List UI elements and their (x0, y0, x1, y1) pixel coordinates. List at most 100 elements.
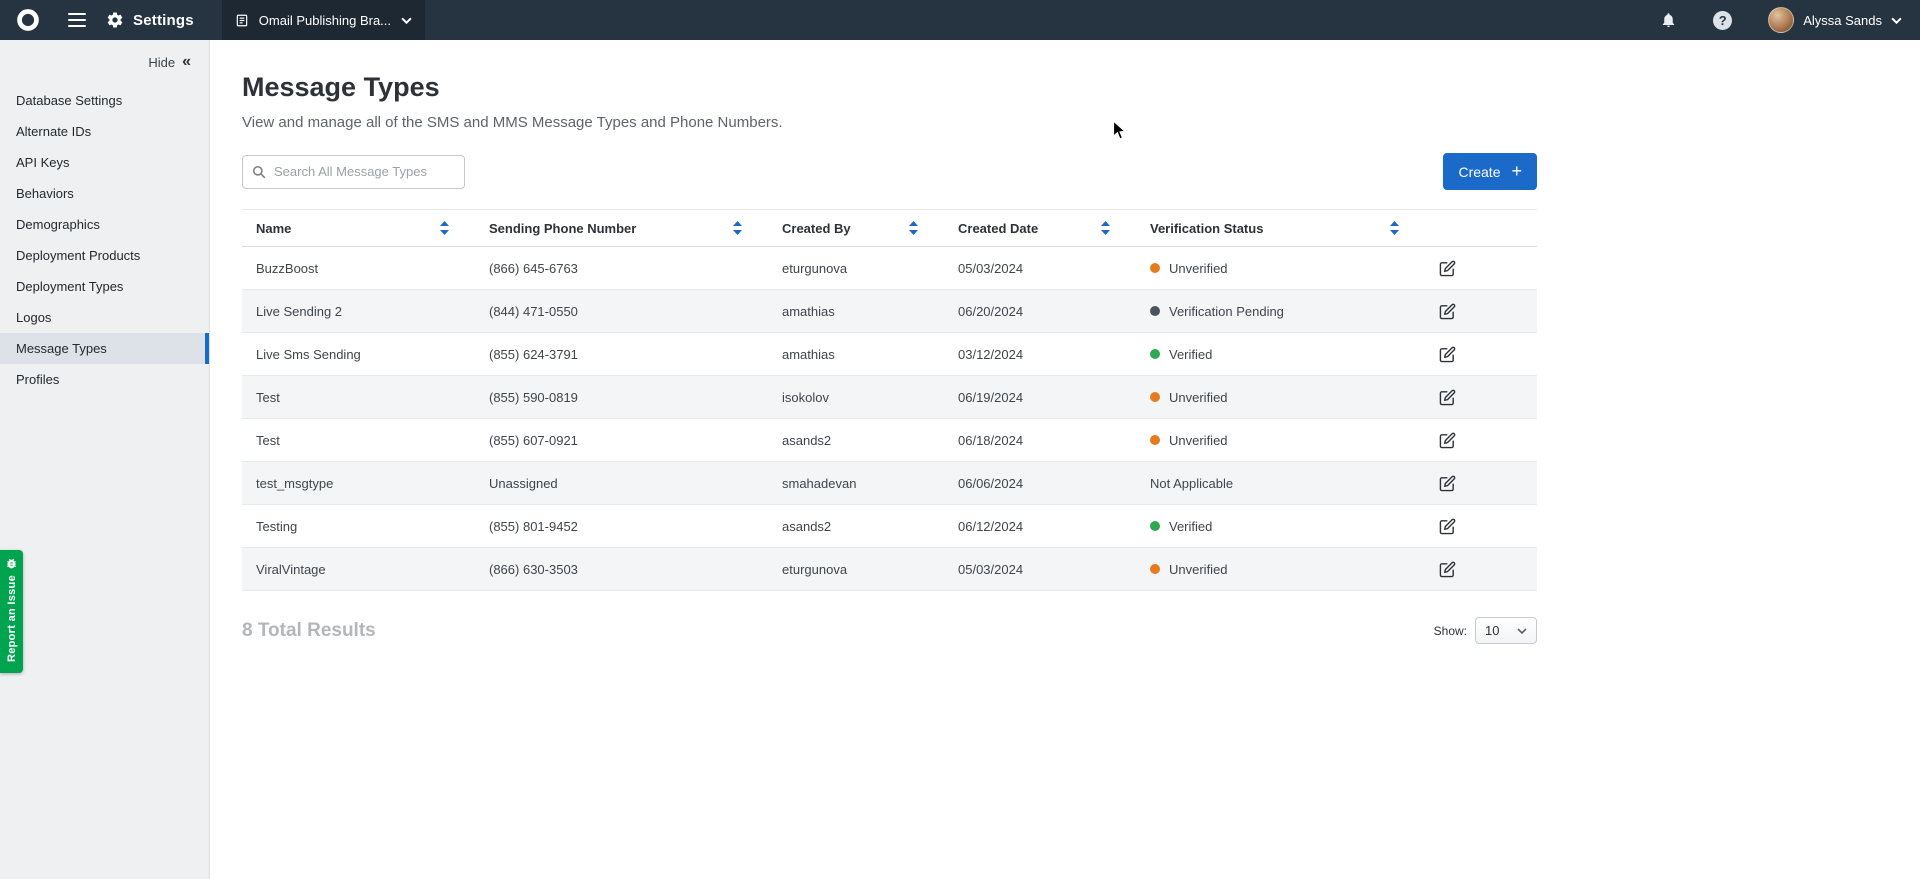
status-label: Unverified (1169, 562, 1228, 577)
status-dot (1150, 435, 1160, 445)
edit-icon (1439, 389, 1456, 406)
hide-sidebar-button[interactable]: Hide « (0, 40, 209, 85)
report-issue-label: Report an Issue (6, 575, 18, 662)
sort-icon (1101, 221, 1110, 235)
brand-label: Omail Publishing Bra... (259, 13, 391, 28)
sidebar-item-logos[interactable]: Logos (0, 302, 209, 333)
toolbar: Create + (242, 153, 1537, 190)
user-menu[interactable]: Alyssa Sands (1768, 7, 1902, 33)
create-button[interactable]: Create + (1443, 153, 1537, 190)
created-by-cell: amathias (768, 304, 944, 319)
edit-icon (1439, 432, 1456, 449)
search-input[interactable] (242, 155, 465, 189)
phone-cell: (855) 801-9452 (475, 519, 768, 534)
created-by-cell: eturgunova (768, 562, 944, 577)
page-subtitle: View and manage all of the SMS and MMS M… (242, 114, 1920, 131)
status-label: Not Applicable (1150, 476, 1233, 491)
created-date-cell: 06/20/2024 (944, 304, 1136, 319)
verification-status-cell: Verified (1136, 347, 1425, 362)
plus-icon: + (1511, 162, 1522, 180)
status-label: Unverified (1169, 390, 1228, 405)
sidebar-item-database-settings[interactable]: Database Settings (0, 85, 209, 116)
edit-button[interactable] (1437, 430, 1458, 451)
edit-button[interactable] (1437, 473, 1458, 494)
sidebar-item-demographics[interactable]: Demographics (0, 209, 209, 240)
table-row: Live Sending 2 (844) 471-0550 amathias 0… (242, 290, 1537, 333)
sidebar-item-label: Behaviors (16, 186, 74, 201)
brand-selector[interactable]: Omail Publishing Bra... (222, 0, 425, 40)
phone-cell: (844) 471-0550 (475, 304, 768, 319)
sidebar-item-label: Message Types (16, 341, 107, 356)
sidebar: Hide « Database Settings Alternate IDs A… (0, 40, 210, 879)
sidebar-item-message-types[interactable]: Message Types (0, 333, 209, 364)
collapse-icon: « (182, 54, 191, 70)
column-header-sending-phone-number[interactable]: Sending Phone Number (475, 210, 768, 246)
search-wrap (242, 155, 465, 189)
edit-icon (1439, 518, 1456, 535)
column-header-created-date[interactable]: Created Date (944, 210, 1136, 246)
actions-cell (1425, 430, 1537, 451)
app-logo[interactable] (0, 0, 56, 40)
created-by-cell: smahadevan (768, 476, 944, 491)
edit-button[interactable] (1437, 559, 1458, 580)
sidebar-item-profiles[interactable]: Profiles (0, 364, 209, 395)
sidebar-item-label: Deployment Products (16, 248, 140, 263)
edit-button[interactable] (1437, 344, 1458, 365)
sidebar-item-deployment-products[interactable]: Deployment Products (0, 240, 209, 271)
sidebar-item-label: Demographics (16, 217, 100, 232)
help-button[interactable]: ? (1713, 11, 1732, 30)
sidebar-item-api-keys[interactable]: API Keys (0, 147, 209, 178)
column-header-actions (1425, 210, 1537, 246)
column-header-verification-status[interactable]: Verification Status (1136, 210, 1425, 246)
edit-icon (1439, 303, 1456, 320)
results-count: 8 Total Results (242, 620, 376, 642)
edit-button[interactable] (1437, 516, 1458, 537)
edit-button[interactable] (1437, 301, 1458, 322)
message-types-table: Name Sending Phone Number Created By Cre… (242, 209, 1537, 591)
created-date-cell: 06/18/2024 (944, 433, 1136, 448)
created-by-cell: amathias (768, 347, 944, 362)
verification-status-cell: Not Applicable (1136, 476, 1425, 491)
settings-menu[interactable]: Settings (106, 11, 194, 29)
edit-button[interactable] (1437, 387, 1458, 408)
sidebar-item-label: API Keys (16, 155, 69, 170)
main-content: Message Types View and manage all of the… (210, 40, 1920, 879)
name-cell: Live Sms Sending (242, 347, 475, 362)
column-header-created-by[interactable]: Created By (768, 210, 944, 246)
report-issue-tab[interactable]: Report an Issue (0, 550, 23, 673)
table-row: Live Sms Sending (855) 624-3791 amathias… (242, 333, 1537, 376)
created-by-cell: eturgunova (768, 261, 944, 276)
notifications-button[interactable] (1660, 11, 1677, 29)
actions-cell (1425, 301, 1537, 322)
created-by-cell: asands2 (768, 433, 944, 448)
verification-status-cell: Unverified (1136, 261, 1425, 276)
sidebar-item-alternate-ids[interactable]: Alternate IDs (0, 116, 209, 147)
created-date-cell: 05/03/2024 (944, 562, 1136, 577)
avatar (1768, 7, 1794, 33)
table-header: Name Sending Phone Number Created By Cre… (242, 209, 1537, 247)
sidebar-item-deployment-types[interactable]: Deployment Types (0, 271, 209, 302)
gear-icon (106, 11, 124, 29)
edit-button[interactable] (1437, 258, 1458, 279)
sidebar-item-label: Alternate IDs (16, 124, 91, 139)
page-size-select[interactable]: 10 (1475, 617, 1537, 644)
menu-button[interactable] (56, 0, 98, 40)
column-header-name[interactable]: Name (242, 210, 475, 246)
created-by-cell: asands2 (768, 519, 944, 534)
status-dot (1150, 564, 1160, 574)
verification-status-cell: Unverified (1136, 390, 1425, 405)
name-cell: Test (242, 433, 475, 448)
name-cell: Live Sending 2 (242, 304, 475, 319)
status-dot (1150, 263, 1160, 273)
header-label: Name (256, 221, 291, 236)
chevron-down-icon (1517, 628, 1527, 634)
status-dot (1150, 392, 1160, 402)
brand-icon (235, 13, 249, 28)
actions-cell (1425, 473, 1537, 494)
sort-icon (909, 221, 918, 235)
sidebar-item-label: Logos (16, 310, 51, 325)
status-label: Unverified (1169, 433, 1228, 448)
actions-cell (1425, 258, 1537, 279)
sidebar-item-behaviors[interactable]: Behaviors (0, 178, 209, 209)
actions-cell (1425, 559, 1537, 580)
